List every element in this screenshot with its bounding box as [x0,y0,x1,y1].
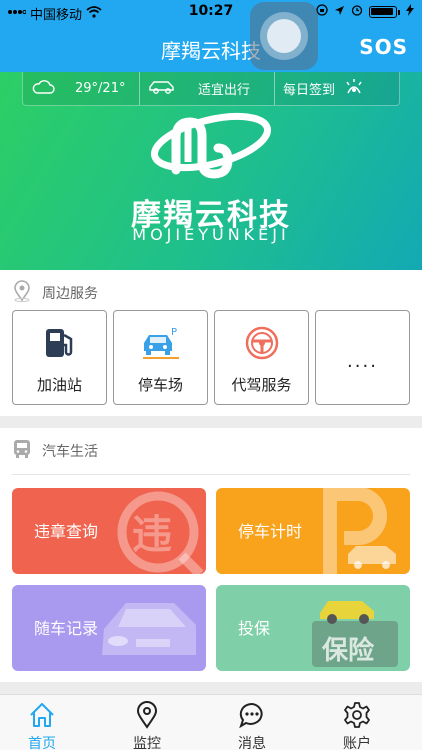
gear-icon [327,701,387,729]
steering-wheel-icon [215,325,308,365]
tab-home-label: 首页 [28,736,56,750]
nearby-services-section: 周边服务 加油站 P 停车场 代驾服务 .... [0,270,422,416]
status-right [316,4,414,20]
checkin-button[interactable]: 每日签到 [275,72,399,105]
message-icon [222,701,282,729]
bus-icon [12,438,32,464]
tab-account[interactable]: 账户 [327,701,387,750]
violation-query-label: 违章查询 [34,522,99,541]
more-services-button[interactable]: .... [315,310,410,405]
status-bar: 中国移动 10:27 [0,0,422,24]
sos-button[interactable]: SOS [359,35,408,59]
home-icon [12,701,72,729]
alarm-icon [351,4,363,20]
gas-station-icon [13,325,106,365]
car-icon [148,79,176,99]
charging-icon [406,4,414,20]
parking-icon: P [114,325,207,365]
location-pin-icon [117,701,177,729]
svg-text:P: P [171,327,177,338]
svg-text:违: 违 [132,512,172,558]
title-bar: 摩羯云科技 SOS [0,24,422,72]
parking-timer-card[interactable]: 停车计时 [216,488,410,574]
weather-cell[interactable]: 29°/21° [23,72,139,105]
car-life-section: 汽车生活 违 违章查询 停车计时 随车记录 保险 投保 [0,428,422,682]
car-life-header: 汽车生活 [12,438,98,464]
car-life-title: 汽车生活 [42,444,98,460]
designated-driver-button[interactable]: 代驾服务 [214,310,309,405]
tab-messages-label: 消息 [238,736,266,750]
checkin-icon [345,78,363,99]
car-record-card[interactable]: 随车记录 [12,585,206,671]
checkin-label: 每日签到 [283,83,336,98]
tab-messages[interactable]: 消息 [222,701,282,750]
svg-text:保险: 保险 [321,635,375,666]
gas-station-button[interactable]: 加油站 [12,310,107,405]
insurance-icon: 保险 [312,601,398,667]
tab-bar: 首页 监控 消息 账户 [0,694,422,750]
banner: 29°/21° 适宜出行 每日签到 摩羯云科技 MOJIEYUNKEJI [0,72,422,270]
brand-logo-icon [150,112,272,179]
tab-account-label: 账户 [343,736,371,750]
insurance-label: 投保 [238,619,271,638]
parking-button[interactable]: P 停车场 [113,310,208,405]
nearby-title: 周边服务 [42,286,98,302]
car-record-icon [102,603,196,655]
nearby-header: 周边服务 [12,280,98,306]
battery-icon [369,6,397,18]
parking-label: 停车场 [137,376,183,394]
tab-monitor[interactable]: 监控 [117,701,177,750]
weather-temp: 29°/21° [75,81,126,96]
travel-cell[interactable]: 适宜出行 [139,72,275,105]
violation-query-card[interactable]: 违 违章查询 [12,488,206,574]
tab-home[interactable]: 首页 [12,701,72,750]
more-label: .... [347,351,378,372]
brand-name-en: MOJIEYUNKEJI [132,225,290,244]
location-arrow-icon [334,5,345,20]
tab-monitor-label: 监控 [133,736,161,750]
gas-station-label: 加油站 [36,376,82,394]
parking-timer-label: 停车计时 [238,522,303,541]
assistive-touch-button[interactable] [250,2,318,70]
info-bar: 29°/21° 适宜出行 每日签到 [22,72,400,106]
violation-icon: 违 [117,491,204,574]
car-record-label: 随车记录 [34,619,99,638]
travel-status: 适宜出行 [198,83,251,98]
parking-timer-icon [323,488,396,574]
designated-driver-label: 代驾服务 [231,376,292,394]
insurance-card[interactable]: 保险 投保 [216,585,410,671]
location-pin-icon [12,280,32,306]
cloud-icon [31,79,55,99]
